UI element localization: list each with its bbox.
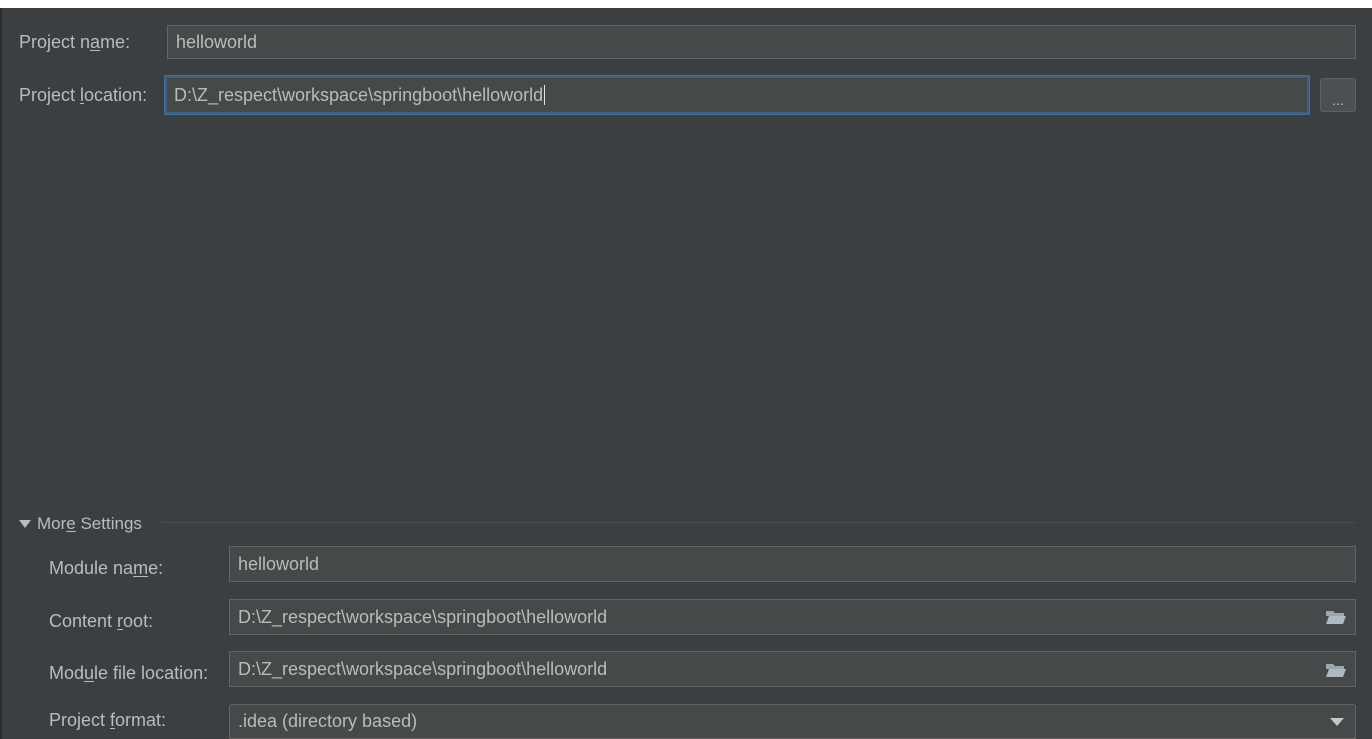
project-format-select[interactable]: .idea (directory based) [229,704,1356,739]
browse-button-label: ... [1332,92,1344,108]
project-name-value: helloworld [176,31,258,52]
module-name-input[interactable]: helloworld [229,546,1356,582]
project-format-label: Project format: [49,709,166,731]
text-caret [544,85,546,105]
chevron-down-icon[interactable] [1330,718,1344,726]
project-location-input[interactable]: D:\Z_respect\workspace\springboot\hellow… [165,76,1309,114]
module-name-value: helloworld [238,553,320,574]
project-location-label-part: Project [19,85,81,105]
window-left-edge [0,8,2,739]
more-settings-toggle[interactable]: More Settings [37,513,142,535]
project-name-label-part: Project n [19,32,91,52]
module-file-location-input[interactable]: D:\Z_respect\workspace\springboot\hellow… [229,651,1356,687]
more-settings-title-part: Settings [75,514,142,533]
project-location-value: D:\Z_respect\workspace\springboot\hellow… [174,84,544,105]
content-root-value: D:\Z_respect\workspace\springboot\hellow… [238,606,608,627]
project-name-input[interactable]: helloworld [167,25,1356,59]
module-file-location-label: Module file location: [49,662,208,684]
module-name-label-part: e: [148,558,164,578]
project-location-label: Project location: [19,84,147,106]
content-root-label: Content root: [49,610,153,632]
module-file-mnemonic: u [84,663,95,683]
more-settings-title-part: Mor [37,514,67,533]
project-name-label: Project name: [19,31,130,53]
triangle-down-icon[interactable] [19,520,31,528]
content-root-label-part: oot: [123,611,154,631]
module-name-label: Module name: [49,557,163,579]
project-format-label-part: ormat: [115,710,167,730]
project-format-label-part: Project [49,710,111,730]
module-file-label-part: Mod [49,663,85,683]
window-top-edge [0,0,1372,8]
folder-open-icon[interactable] [1325,609,1347,625]
project-format-value: .idea (directory based) [238,711,418,731]
project-name-label-part: me: [100,32,131,52]
content-root-label-part: Content [49,611,118,631]
module-name-label-part: Module na [49,558,134,578]
module-file-label-part: le file location: [94,663,209,683]
more-settings-mnemonic: e [66,514,76,533]
module-file-location-value: D:\Z_respect\workspace\springboot\hellow… [238,658,608,679]
project-location-label-part: ocation: [84,85,148,105]
folder-open-icon[interactable] [1325,662,1347,678]
content-root-input[interactable]: D:\Z_respect\workspace\springboot\hellow… [229,599,1356,635]
module-name-mnemonic: m [133,558,149,578]
project-name-mnemonic: a [90,32,101,52]
browse-location-button[interactable]: ... [1320,78,1356,112]
section-divider [161,522,1356,523]
